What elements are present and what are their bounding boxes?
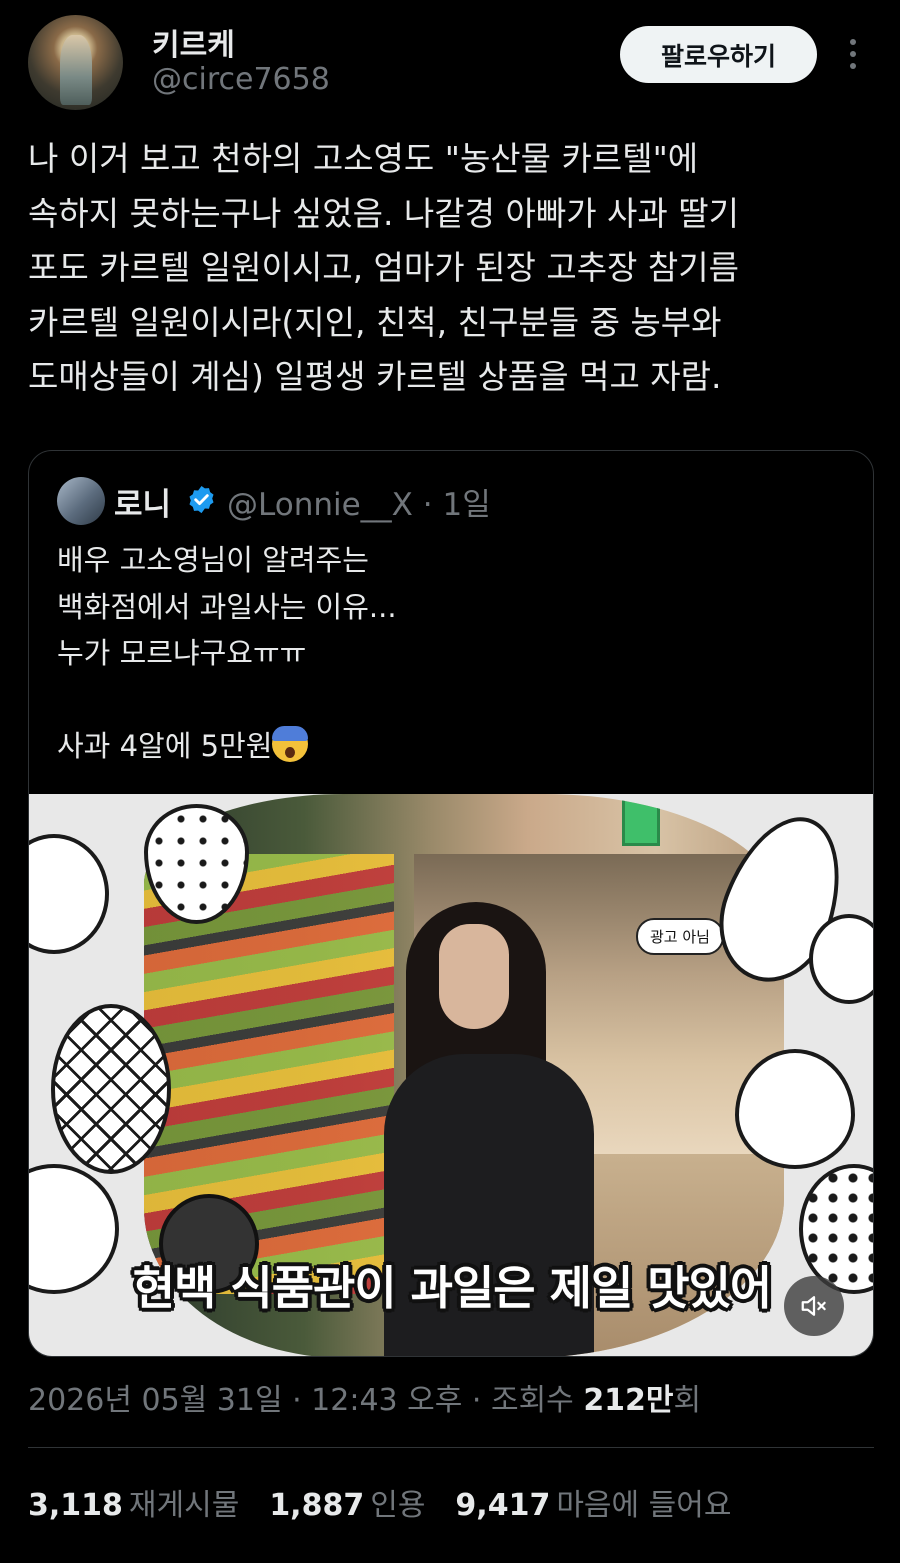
tomato-drawing [809,914,873,1004]
retweets-label: 재게시물 [128,1488,240,1523]
quote-line-text: 사과 4알에 5만원 [57,729,273,763]
view-count[interactable]: 212만 [583,1383,673,1418]
likes-stat[interactable]: 9,417 마음에 들어요 [455,1480,731,1524]
video-caption: 현백 식품관이 과일은 제일 맛있어 [132,1261,773,1315]
author-handle[interactable]: @circe7658 [152,62,330,97]
quote-handle-time: @Lonnie__X · 1일 [227,487,491,523]
likes-count: 9,417 [455,1488,551,1523]
tweet-text: 나 이거 보고 천하의 고소영도 "농산물 카르텔"에 속하지 못하는구나 싶었… [28,132,878,405]
quote-line: 배우 고소영님이 알려주는 [57,543,369,577]
retweets-stat[interactable]: 3,118 재게시물 [28,1480,239,1524]
tweet-line: 포도 카르텔 일원이시고, 엄마가 된장 고추장 참기름 [28,248,739,287]
verified-badge-icon [189,485,214,514]
person-face [439,924,509,1029]
retweets-count: 3,118 [28,1488,123,1523]
screaming-face-emoji-icon [272,726,309,762]
quote-line [57,677,837,724]
video-player[interactable]: 광고 아님 현백 식품관이 과일은 제일 맛있어 [29,794,873,1356]
author-avatar[interactable] [28,15,123,110]
tweet-line: 카르텔 일원이시라(지인, 친척, 친구분들 중 농부와 [28,302,722,342]
speech-bubble: 광고 아님 [636,918,724,955]
timestamp-date: 2026년 05월 31일 · 12:43 오후 · 조회수 [28,1383,584,1418]
quote-line: 사과 4알에 5만원 [57,723,837,770]
quoted-tweet[interactable]: 로니 @Lonnie__X · 1일 배우 고소영님이 알려주는 백화점에서 과… [28,450,874,1357]
quote-author-name[interactable]: 로니 [114,479,171,524]
likes-label: 마음에 들어요 [556,1488,732,1523]
peach-drawing [735,1049,855,1169]
tweet-line: 도매상들이 계심) 일평생 카르텔 상품을 먹고 자람. [28,357,722,396]
mute-button[interactable] [784,1276,844,1336]
more-options-icon[interactable] [838,36,868,72]
engagement-stats: 3,118 재게시물 1,887 인용 9,417 마음에 들어요 [28,1480,731,1524]
tweet-line: 속하지 못하는구나 싶었음. 나같경 아빠가 사과 딸기 [28,193,739,233]
quote-avatar[interactable] [57,477,105,525]
pineapple-drawing [51,1004,171,1174]
quotes-count: 1,887 [269,1488,365,1523]
quotes-stat[interactable]: 1,887 인용 [269,1480,425,1524]
exit-sign [622,796,660,846]
tweet-timestamp: 2026년 05월 31일 · 12:43 오후 · 조회수 212만회 [28,1375,701,1419]
quote-line: 백화점에서 과일사는 이유... [57,589,397,624]
quote-text: 배우 고소영님이 알려주는 백화점에서 과일사는 이유... 누가 모르냐구요ㅠ… [57,537,837,770]
tweet-line: 나 이거 보고 천하의 고소영도 "농산물 카르텔"에 [28,139,699,178]
orange-drawing [29,834,109,954]
view-suffix: 회 [673,1383,702,1418]
speaker-muted-icon [801,1296,826,1316]
quote-line: 누가 모르냐구요ㅠㅠ [57,636,307,670]
divider [28,1447,874,1448]
quotes-label: 인용 [370,1488,426,1523]
author-name[interactable]: 키르케 [152,20,235,64]
follow-button[interactable]: 팔로우하기 [620,26,817,83]
